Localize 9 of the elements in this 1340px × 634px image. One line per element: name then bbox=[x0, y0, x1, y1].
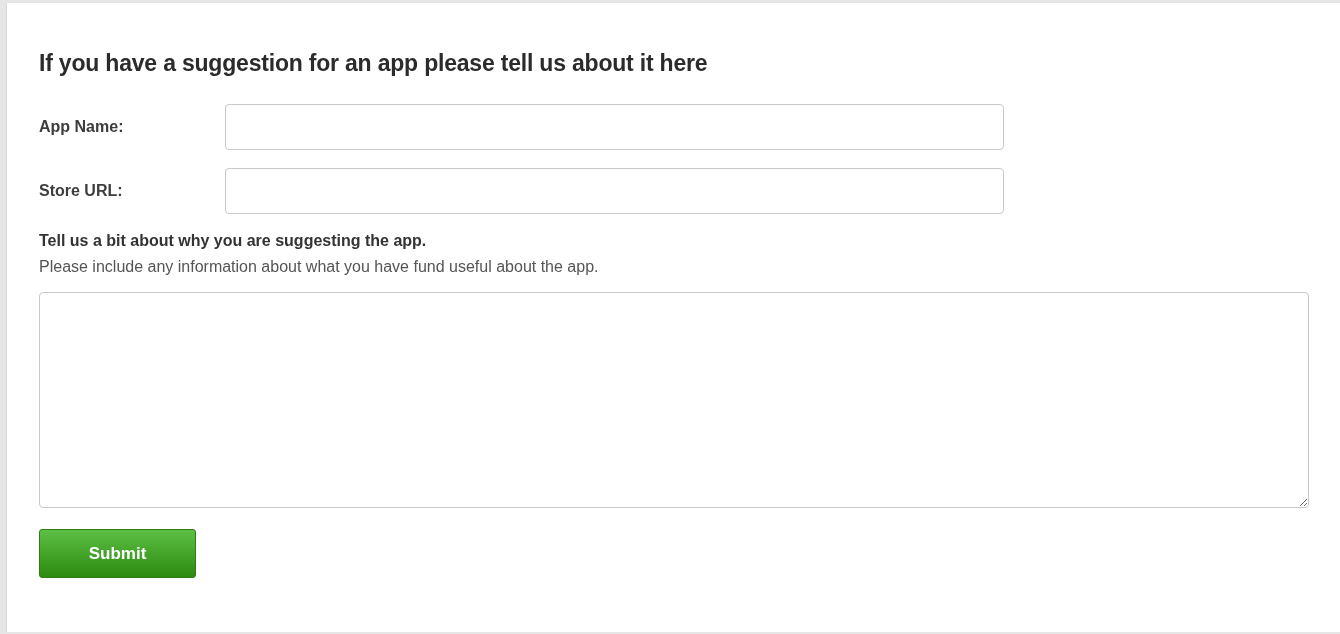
question-label: Tell us a bit about why you are suggesting the app. bbox=[39, 232, 428, 250]
question-hint: Please include any information about what you have fund useful about the app. bbox=[39, 258, 600, 276]
form-heading: If you have a suggestion for an app please tell us about it here bbox=[39, 50, 709, 77]
field-label: App Name: bbox=[39, 118, 125, 136]
submit-button[interactable]: Submit bbox=[39, 529, 196, 578]
input-field[interactable] bbox=[225, 168, 1004, 214]
answer-box[interactable] bbox=[39, 292, 1309, 508]
field-label: Store URL: bbox=[39, 182, 124, 200]
input-field[interactable] bbox=[225, 104, 1004, 150]
